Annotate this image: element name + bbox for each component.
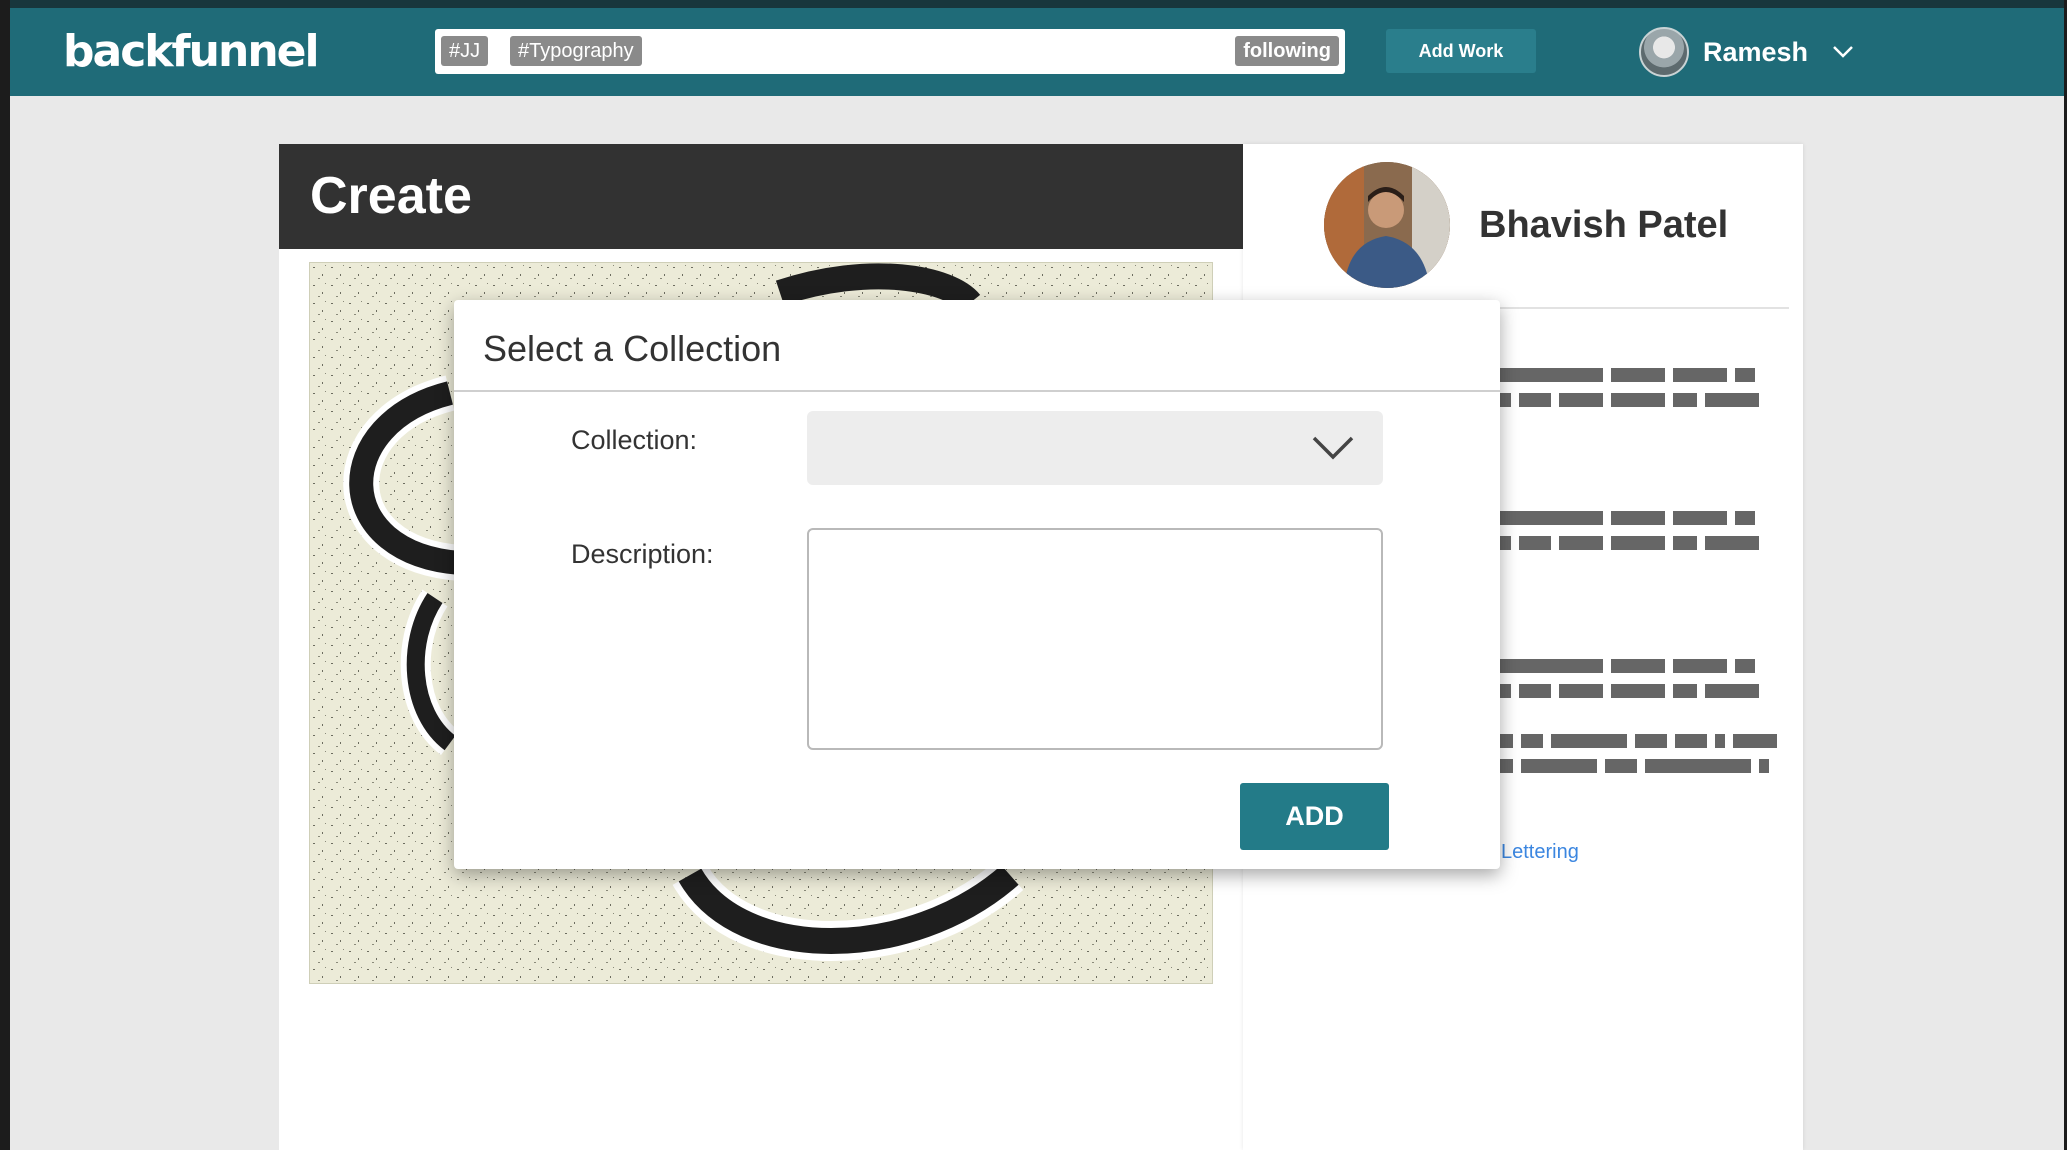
add-work-button[interactable]: Add Work — [1386, 29, 1536, 73]
tag-search-bar[interactable]: #JJ #Typography following — [435, 29, 1345, 74]
app-window: backfunnel #JJ #Typography following Add… — [10, 0, 2064, 1150]
redacted-text-line — [1493, 734, 1793, 748]
page-title: Create — [310, 167, 472, 225]
collection-select[interactable] — [807, 411, 1383, 485]
tag-chip-typography[interactable]: #Typography — [510, 36, 642, 66]
dialog-divider — [454, 390, 1500, 392]
redacted-text-line — [1493, 511, 1793, 525]
profile-tag-link[interactable]: Lettering — [1501, 841, 1579, 864]
dialog-title: Select a Collection — [483, 328, 782, 369]
profile-photo — [1324, 162, 1450, 288]
redacted-text-line — [1493, 536, 1793, 550]
backfunnel-logo[interactable]: backfunnel — [63, 26, 320, 77]
top-navigation-bar: backfunnel #JJ #Typography following Add… — [10, 0, 2064, 96]
chevron-down-icon[interactable] — [1311, 433, 1355, 463]
redacted-text-line — [1493, 393, 1793, 407]
redacted-text-line — [1493, 659, 1793, 673]
user-avatar[interactable] — [1639, 27, 1689, 77]
redacted-text-line — [1493, 368, 1793, 382]
create-header: Create — [279, 144, 1243, 249]
description-label: Description: — [571, 539, 714, 569]
add-button[interactable]: ADD — [1240, 783, 1389, 850]
tag-chip-jj[interactable]: #JJ — [441, 36, 489, 66]
select-collection-dialog: Select a Collection Collection: Descript… — [454, 300, 1500, 869]
redacted-text-line — [1493, 759, 1793, 773]
profile-avatar[interactable] — [1324, 162, 1450, 288]
chevron-down-icon[interactable] — [1832, 45, 1854, 59]
user-menu[interactable]: Ramesh — [1639, 24, 1854, 80]
profile-name[interactable]: Bhavish Patel — [1479, 204, 1728, 247]
description-textarea[interactable] — [807, 528, 1383, 750]
user-name[interactable]: Ramesh — [1703, 37, 1808, 68]
redacted-text-line — [1493, 684, 1793, 698]
following-filter-badge[interactable]: following — [1235, 36, 1339, 66]
collection-label: Collection: — [571, 425, 698, 455]
